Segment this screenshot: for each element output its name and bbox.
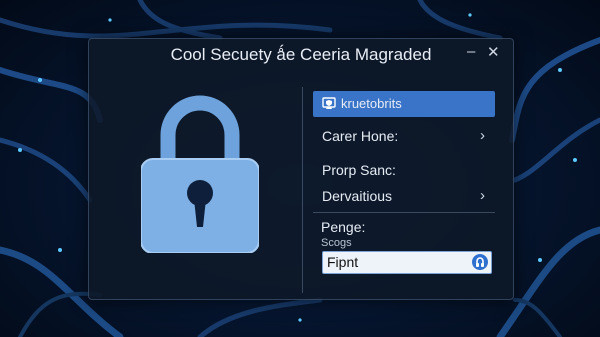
section-separator (313, 212, 495, 213)
window-title: Cool Secuety ǻe Ceeria Magraded (170, 45, 432, 64)
chevron-right-icon: › (480, 187, 485, 204)
menu-item-label: Carer Hone: (322, 128, 399, 144)
panel-divider (302, 87, 303, 293)
menu-item-dervaitious[interactable]: Dervaitious › (313, 183, 495, 209)
menu-item-kruetobrits[interactable]: kruetobrits (313, 91, 495, 117)
section-subtitle: Scogs (321, 237, 352, 249)
shield-icon (322, 97, 336, 109)
security-dialog: Cool Secuety ǻe Ceeria Magraded – ✕ krue… (88, 38, 514, 300)
padlock-icon (140, 93, 260, 254)
close-button[interactable]: ✕ (487, 43, 500, 61)
menu-item-label: Dervaitious (322, 188, 393, 204)
minimize-button[interactable]: – (467, 43, 475, 60)
menu-item-label: Prorp Sanc: (322, 162, 396, 178)
settings-field[interactable] (322, 251, 492, 274)
menu-item-carer-hone[interactable]: Carer Hone: › (313, 123, 495, 149)
text-input[interactable] (327, 253, 465, 270)
menu-item-prorp-sanc[interactable]: Prorp Sanc: (313, 157, 495, 183)
toggle-knob-icon[interactable] (472, 254, 488, 270)
section-title: Penge: (321, 219, 366, 235)
menu-item-label: kruetobrits (341, 96, 402, 111)
chevron-right-icon: › (480, 127, 485, 144)
